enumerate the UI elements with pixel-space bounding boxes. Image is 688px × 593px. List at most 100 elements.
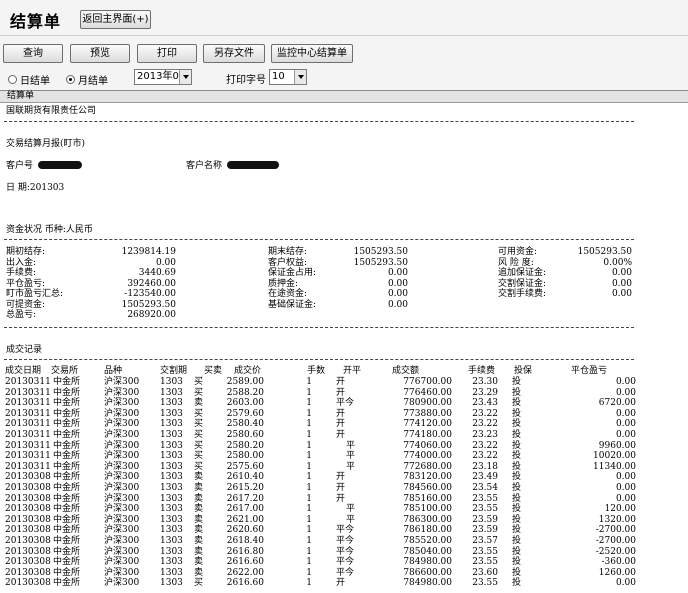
table-cell: 中金所	[53, 493, 81, 504]
table-cell: 平	[346, 504, 356, 515]
radio-unchecked-icon	[8, 75, 17, 84]
table-row[interactable]: 20130308 中金所 沪深300 1303 卖 2617.00 1 平 785100.00 2…	[0, 504, 688, 514]
funds-label: 基础保证金:	[268, 299, 317, 310]
save-as-file-button[interactable]: 另存文件	[203, 44, 265, 63]
table-cell: 沪深300	[104, 440, 140, 451]
table-cell: 沪深300	[104, 546, 140, 557]
funds-value: 3440.69	[138, 268, 176, 278]
table-cell: 中金所	[53, 567, 81, 578]
column-header: 交易所	[51, 366, 79, 376]
table-cell: 1	[306, 578, 312, 589]
statement-body[interactable]: 国联期货有限责任公司 交易结算月报(盯市) 客户号 客户名称 日 期:20130…	[0, 103, 688, 593]
table-cell: 23.22	[472, 419, 498, 430]
funds-value: -123540.00	[124, 289, 176, 299]
table-row[interactable]: 20130311 中金所 沪深300 1303 买 2575.60 1 平 772680.00 2…	[0, 462, 688, 472]
customer-no-label: 客户号	[6, 161, 34, 171]
table-cell: 23.22	[472, 440, 498, 451]
table-cell: 20130308	[5, 493, 51, 504]
table-cell: 774060.00	[403, 440, 452, 451]
table-row[interactable]: 20130311 中金所 沪深300 1303 买 2579.60 1 开 773880.00 2…	[0, 409, 688, 419]
table-cell: 776700.00	[403, 377, 452, 387]
daily-statement-radio[interactable]: 日结单	[8, 72, 50, 87]
print-font-size-select[interactable]: 10	[269, 69, 307, 85]
table-row[interactable]: 20130308 中金所 沪深300 1303 买 2616.60 1 开 784980.00 2…	[0, 578, 688, 588]
query-button[interactable]: 查询	[3, 44, 63, 63]
funds-label: 平仓盈亏:	[6, 278, 46, 289]
print-button[interactable]: 打印	[137, 44, 197, 63]
divider	[4, 121, 634, 122]
table-row[interactable]: 20130308 中金所 沪深300 1303 卖 2617.20 1 开 785160.00 2…	[0, 494, 688, 504]
table-cell: 平今	[336, 546, 355, 557]
month-select[interactable]: 2013年03	[134, 69, 192, 85]
table-cell: 中金所	[53, 472, 81, 483]
column-header: 手数	[307, 366, 326, 376]
back-to-main-button[interactable]: 返回主界面(+)	[80, 10, 151, 29]
table-cell: 平今	[336, 567, 355, 578]
table-cell: 120.00	[604, 504, 637, 515]
table-row[interactable]: 20130311 中金所 沪深300 1303 买 2589.00 1 开 776700.00 2…	[0, 377, 688, 387]
table-cell: 20130311	[5, 408, 51, 419]
table-cell: 投	[512, 557, 522, 568]
table-cell: 772680.00	[403, 461, 452, 472]
statement-panel: 结算单 国联期货有限责任公司 交易结算月报(盯市) 客户号 客户名称 日 期:2…	[0, 90, 688, 593]
funds-value: 1505293.50	[353, 257, 408, 268]
table-row[interactable]: 20130311 中金所 沪深300 1303 买 2580.00 1 平 774000.00 2…	[0, 451, 688, 461]
table-cell: 1	[306, 557, 312, 568]
chevron-down-icon[interactable]	[179, 70, 191, 84]
table-row[interactable]: 20130311 中金所 沪深300 1303 买 2580.20 1 平 774060.00 2…	[0, 441, 688, 451]
funds-label: 可提资金:	[6, 299, 46, 310]
funds-value: 0.00	[387, 268, 408, 278]
table-row[interactable]: 20130308 中金所 沪深300 1303 卖 2615.20 1 开 784560.00 2…	[0, 483, 688, 493]
chevron-down-icon[interactable]	[294, 70, 306, 84]
table-cell: 1	[306, 387, 312, 398]
table-cell: 0.00	[615, 472, 636, 483]
table-row[interactable]: 20130311 中金所 沪深300 1303 买 2580.60 1 开 774180.00 2…	[0, 430, 688, 440]
table-cell: 23.55	[472, 493, 498, 504]
table-cell: 20130311	[5, 419, 51, 430]
table-row[interactable]: 20130311 中金所 沪深300 1303 买 2580.40 1 开 774120.00 2…	[0, 419, 688, 429]
trades-header-row: 成交日期 交易所 品种 交割期 买卖 成交价 手数 开平 成交额 手续费 投保 平仓盈亏	[0, 366, 688, 376]
table-row[interactable]: 20130311 中金所 沪深300 1303 买 2588.20 1 开 776460.00 2…	[0, 388, 688, 398]
table-cell: 卖	[194, 504, 204, 515]
monthly-statement-radio[interactable]: 月结单	[66, 72, 108, 87]
customer-name-label: 客户名称	[186, 161, 223, 171]
table-cell: 卖	[194, 557, 204, 568]
funds-label: 出入金:	[6, 257, 37, 268]
table-cell: 2580.20	[226, 440, 264, 451]
table-row[interactable]: 20130308 中金所 沪深300 1303 卖 2618.40 1 平今 785520.00…	[0, 536, 688, 546]
table-cell: 卖	[194, 525, 204, 536]
table-cell: 1303	[160, 377, 183, 387]
table-cell: 2580.40	[226, 419, 264, 430]
table-cell: 774180.00	[403, 430, 452, 440]
table-cell: 沪深300	[104, 525, 140, 536]
table-cell: 开	[336, 493, 346, 504]
preview-button[interactable]: 预览	[70, 44, 130, 63]
table-cell: 23.18	[472, 461, 498, 472]
table-cell: 投	[512, 398, 522, 409]
table-cell: 2617.00	[226, 504, 264, 515]
table-cell: 1	[306, 567, 312, 578]
funds-value: 0.00	[155, 257, 176, 268]
table-cell: 1303	[160, 567, 183, 578]
table-cell: 沪深300	[104, 504, 140, 515]
table-row[interactable]: 20130308 中金所 沪深300 1303 卖 2616.80 1 平今 785040.00…	[0, 547, 688, 557]
table-cell: 1303	[160, 483, 183, 493]
table-cell: 20130308	[5, 483, 51, 493]
monitor-center-statement-button[interactable]: 监控中心结算单	[271, 44, 353, 63]
table-cell: 开	[336, 408, 346, 419]
table-cell: 2589.00	[226, 377, 264, 387]
table-row[interactable]: 20130308 中金所 沪深300 1303 卖 2620.60 1 平今 786180.00…	[0, 525, 688, 535]
table-cell: 投	[512, 387, 522, 398]
table-cell: 2575.60	[226, 461, 264, 472]
table-row[interactable]: 20130311 中金所 沪深300 1303 卖 2603.00 1 平今 780900.00…	[0, 398, 688, 408]
title-bar: 结算单 返回主界面(+)	[0, 0, 688, 36]
table-cell: 783120.00	[403, 472, 452, 483]
table-cell: 中金所	[53, 461, 81, 472]
table-row[interactable]: 20130308 中金所 沪深300 1303 卖 2616.60 1 平今 784980.00…	[0, 557, 688, 567]
funds-value: 392460.00	[127, 278, 176, 289]
table-cell: 785520.00	[403, 536, 452, 546]
table-row[interactable]: 20130308 中金所 沪深300 1303 卖 2621.00 1 平 786300.00 2…	[0, 515, 688, 525]
funds-label: 质押金:	[268, 278, 299, 289]
table-row[interactable]: 20130308 中金所 沪深300 1303 卖 2610.40 1 开 783120.00 2…	[0, 472, 688, 482]
table-row[interactable]: 20130308 中金所 沪深300 1303 卖 2622.00 1 平今 786600.00…	[0, 568, 688, 578]
